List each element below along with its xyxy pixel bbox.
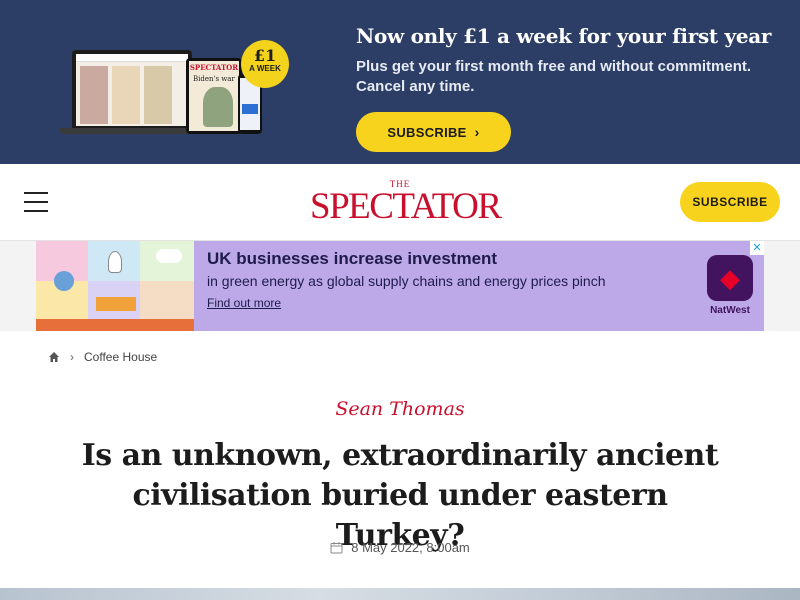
close-icon[interactable]: ✕ [750, 241, 764, 255]
publish-date: 8 May 2022, 8:00am [0, 540, 800, 555]
chevron-right-icon: › [474, 124, 480, 140]
logo-name: SPECTATOR [310, 186, 502, 227]
badge-period: A WEEK [249, 64, 281, 73]
spectator-logo[interactable]: THE SPECTATOR [310, 179, 502, 227]
devices-illustration: SPECTATOR Biden's war £1 A WEEK [58, 40, 293, 140]
natwest-cubes-icon: ◆ [707, 255, 753, 301]
site-header: THE SPECTATOR SUBSCRIBE [0, 164, 800, 241]
ad-headline: UK businesses increase investment [207, 249, 498, 268]
header-subscribe-button[interactable]: SUBSCRIBE [680, 182, 780, 222]
natwest-logo: ◆ NatWest [704, 255, 756, 316]
publish-date-text: 8 May 2022, 8:00am [351, 540, 470, 555]
article-title: Is an unknown, extraordinarily ancient c… [81, 438, 719, 553]
breadcrumb: › Coffee House [48, 350, 157, 364]
tablet-masthead: SPECTATOR [189, 63, 239, 72]
promo-subtext: Plus get your first month free and witho… [356, 58, 752, 95]
author-link[interactable]: Sean Thomas [0, 398, 800, 420]
promo-subscribe-button[interactable]: SUBSCRIBE › [356, 112, 511, 152]
promo-heading: Now only £1 a week for your first year [356, 24, 772, 48]
chevron-right-icon: › [70, 350, 74, 364]
laptop-image [72, 50, 192, 128]
price-badge: £1 A WEEK [241, 40, 289, 88]
ad-body: in green energy as global supply chains … [207, 273, 606, 289]
badge-price: £1 [253, 46, 277, 65]
laptop-base [60, 128, 204, 134]
hamburger-menu-icon[interactable] [24, 192, 48, 212]
ad-find-out-more-link[interactable]: Find out more [207, 296, 281, 310]
ad-illustration [36, 241, 194, 331]
promo-subscribe-label: SUBSCRIBE [387, 124, 467, 140]
ad-area: UK businesses increase investment in gre… [0, 241, 800, 331]
tablet-cover-title: Biden's war [193, 75, 235, 83]
calendar-icon [330, 541, 343, 554]
ad-brand-name: NatWest [710, 305, 750, 316]
natwest-ad[interactable]: UK businesses increase investment in gre… [36, 241, 764, 331]
hero-image [0, 588, 800, 600]
promo-banner: SPECTATOR Biden's war £1 A WEEK Now only… [0, 0, 800, 164]
home-icon[interactable] [48, 351, 60, 363]
breadcrumb-section-link[interactable]: Coffee House [84, 350, 157, 364]
tablet-image: SPECTATOR Biden's war [186, 58, 242, 134]
